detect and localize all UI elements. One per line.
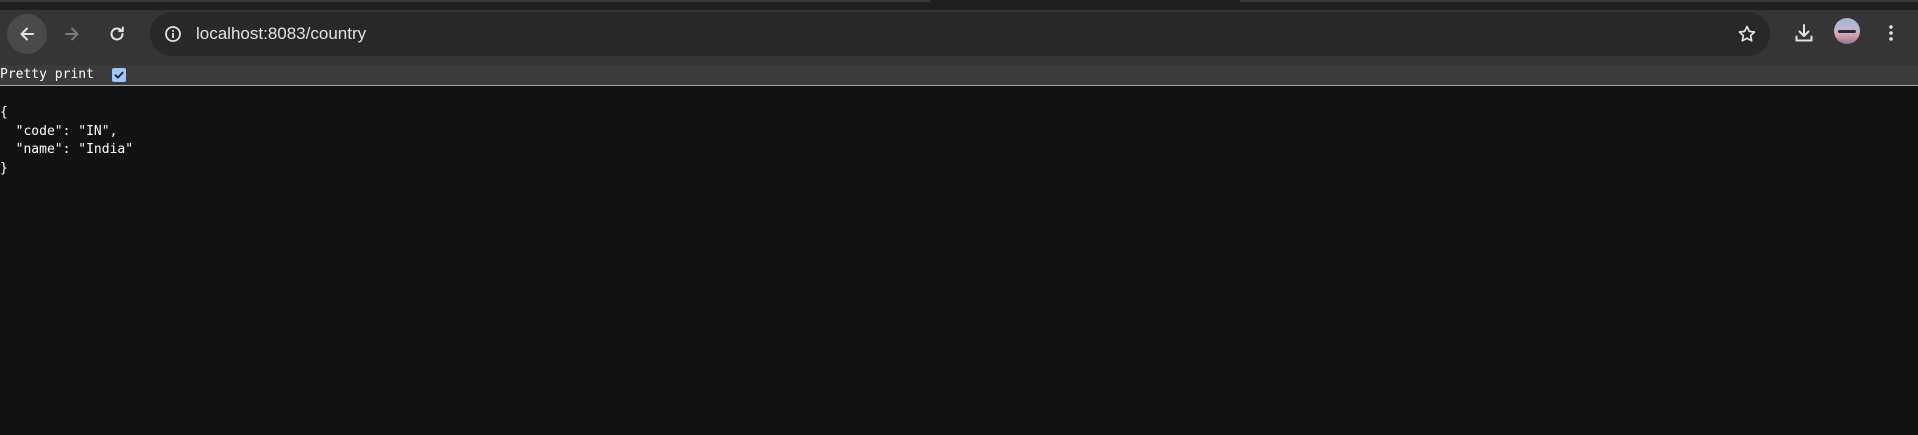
pretty-print-checkbox[interactable] <box>112 68 126 82</box>
arrow-left-icon <box>20 27 34 41</box>
browser-menu-button[interactable] <box>1874 16 1908 50</box>
forward-button[interactable] <box>52 14 92 54</box>
tab-strip-edge <box>0 0 1918 10</box>
pretty-print-bar: Pretty print <box>0 65 1918 86</box>
star-icon <box>1738 25 1756 42</box>
arrow-right-icon <box>65 27 79 41</box>
reload-icon <box>110 26 124 41</box>
url-text[interactable]: localhost:8083/country <box>196 12 366 56</box>
avatar[interactable] <box>1834 18 1860 44</box>
back-button[interactable] <box>7 14 47 54</box>
browser-toolbar: localhost:8083/country <box>0 10 1918 65</box>
bookmark-button[interactable] <box>1732 19 1762 49</box>
kebab-menu-icon <box>1889 25 1893 41</box>
downloads-button[interactable] <box>1787 16 1821 50</box>
download-icon <box>1795 24 1813 42</box>
reload-button[interactable] <box>97 14 137 54</box>
pretty-print-label[interactable]: Pretty print <box>0 65 94 85</box>
info-icon <box>165 26 181 42</box>
json-content: { "code": "IN", "name": "India" } <box>0 105 134 176</box>
checkmark-icon <box>114 71 124 79</box>
site-info-button[interactable] <box>158 19 188 49</box>
address-bar[interactable]: localhost:8083/country <box>150 12 1770 56</box>
